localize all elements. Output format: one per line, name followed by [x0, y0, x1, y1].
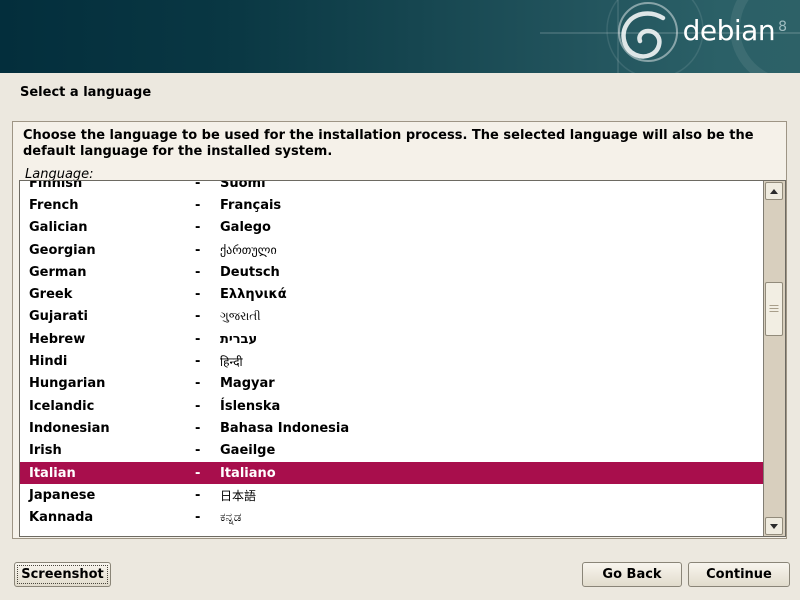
- language-listbox: Finnish-SuomiFrench-FrançaisGalician-Gal…: [19, 180, 786, 537]
- page-title: Select a language: [20, 85, 151, 100]
- language-list: Finnish-SuomiFrench-FrançaisGalician-Gal…: [20, 181, 763, 529]
- language-native-name: Gaeilge: [220, 443, 763, 458]
- screenshot-button[interactable]: Screenshot: [14, 562, 111, 587]
- language-row[interactable]: Irish-Gaeilge: [20, 440, 763, 462]
- language-row[interactable]: German-Deutsch: [20, 261, 763, 283]
- language-row[interactable]: Gujarati-ગુજરાતી: [20, 306, 763, 328]
- scroll-down-button[interactable]: [765, 517, 783, 535]
- language-native-name: 日本語: [220, 487, 763, 504]
- debian-swirl-icon: [0, 0, 800, 73]
- language-english-name: Hindi: [20, 354, 195, 369]
- language-row[interactable]: Kannada-ಕನ್ನಡ: [20, 506, 763, 528]
- language-list-viewport: Finnish-SuomiFrench-FrançaisGalician-Gal…: [20, 181, 763, 536]
- language-native-name: עברית: [220, 332, 763, 347]
- separator-dash: -: [195, 443, 220, 458]
- vertical-scrollbar[interactable]: [763, 181, 785, 536]
- separator-dash: -: [195, 287, 220, 302]
- brand-name: debian: [683, 17, 775, 45]
- separator-dash: -: [195, 466, 220, 481]
- language-native-name: Suomi: [220, 181, 763, 191]
- language-english-name: Gujarati: [20, 309, 195, 324]
- language-row[interactable]: Greek-Ελληνικά: [20, 283, 763, 305]
- language-row[interactable]: Icelandic-Íslenska: [20, 395, 763, 417]
- language-english-name: Greek: [20, 287, 195, 302]
- language-native-name: Français: [220, 198, 763, 213]
- language-english-name: Icelandic: [20, 399, 195, 414]
- separator-dash: -: [195, 198, 220, 213]
- language-row[interactable]: Hebrew-עברית: [20, 328, 763, 350]
- language-row[interactable]: Georgian-ქართული: [20, 239, 763, 261]
- language-native-name: Bahasa Indonesia: [220, 421, 763, 436]
- header-banner: debian 8: [0, 0, 800, 73]
- language-english-name: Irish: [20, 443, 195, 458]
- separator-dash: -: [195, 243, 220, 258]
- language-native-name: Íslenska: [220, 399, 763, 414]
- language-row[interactable]: Indonesian-Bahasa Indonesia: [20, 417, 763, 439]
- language-row[interactable]: Italian-Italiano: [20, 462, 763, 484]
- language-row[interactable]: Hindi-हिन्दी: [20, 350, 763, 372]
- language-english-name: Kannada: [20, 510, 195, 525]
- separator-dash: -: [195, 488, 220, 503]
- language-row[interactable]: Japanese-日本語: [20, 484, 763, 506]
- dialog-panel: Choose the language to be used for the i…: [12, 121, 787, 539]
- language-row[interactable]: French-Français: [20, 194, 763, 216]
- separator-dash: -: [195, 376, 220, 391]
- language-native-name: ქართული: [220, 243, 763, 257]
- language-english-name: Japanese: [20, 488, 195, 503]
- dialog-description: Choose the language to be used for the i…: [23, 128, 778, 160]
- language-native-name: Magyar: [220, 376, 763, 391]
- language-english-name: Hungarian: [20, 376, 195, 391]
- language-english-name: Italian: [20, 466, 195, 481]
- separator-dash: -: [195, 265, 220, 280]
- separator-dash: -: [195, 332, 220, 347]
- separator-dash: -: [195, 220, 220, 235]
- language-native-name: Italiano: [220, 466, 763, 481]
- separator-dash: -: [195, 354, 220, 369]
- brand-logo: debian 8: [683, 17, 787, 45]
- separator-dash: -: [195, 181, 220, 191]
- language-english-name: German: [20, 265, 195, 280]
- scroll-up-button[interactable]: [765, 182, 783, 200]
- language-native-name: हिन्दी: [220, 353, 763, 370]
- scrollbar-thumb[interactable]: [765, 282, 783, 336]
- language-english-name: Galician: [20, 220, 195, 235]
- language-english-name: French: [20, 198, 195, 213]
- language-english-name: Hebrew: [20, 332, 195, 347]
- language-native-name: ಕನ್ನಡ: [220, 510, 763, 525]
- language-native-name: Ελληνικά: [220, 287, 763, 302]
- arrow-up-icon: [770, 189, 778, 194]
- language-row[interactable]: Hungarian-Magyar: [20, 373, 763, 395]
- language-native-name: Deutsch: [220, 265, 763, 280]
- arrow-down-icon: [770, 524, 778, 529]
- scrollbar-grip-icon: [770, 305, 779, 313]
- continue-button[interactable]: Continue: [688, 562, 790, 587]
- separator-dash: -: [195, 421, 220, 436]
- separator-dash: -: [195, 510, 220, 525]
- language-native-name: ગુજરાતી: [220, 309, 763, 324]
- separator-dash: -: [195, 399, 220, 414]
- brand-version: 8: [778, 20, 787, 34]
- language-english-name: Indonesian: [20, 421, 195, 436]
- language-row[interactable]: Galician-Galego: [20, 217, 763, 239]
- go-back-button[interactable]: Go Back: [582, 562, 682, 587]
- language-row[interactable]: Finnish-Suomi: [20, 181, 763, 194]
- separator-dash: -: [195, 309, 220, 324]
- language-native-name: Galego: [220, 220, 763, 235]
- language-english-name: Finnish: [20, 181, 195, 191]
- language-english-name: Georgian: [20, 243, 195, 258]
